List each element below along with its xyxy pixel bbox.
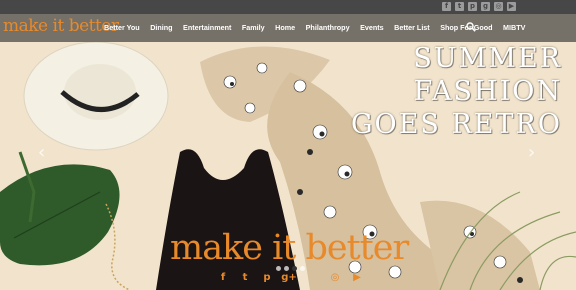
slide-dot[interactable] <box>300 266 305 271</box>
twitter-icon[interactable]: t <box>234 272 256 283</box>
youtube-icon[interactable]: ▶ <box>507 2 516 11</box>
headline-line-2: FASHION <box>413 76 562 107</box>
search-icon[interactable] <box>466 22 476 32</box>
prev-slide-arrow[interactable]: ‹ <box>38 142 45 163</box>
hero-headline[interactable]: SUMMER FASHION GOES RETRO <box>351 42 562 141</box>
site-logo[interactable]: make it better <box>3 16 119 36</box>
pinterest-icon[interactable]: p <box>256 272 278 283</box>
nav-item-home[interactable]: Home <box>275 23 295 32</box>
nav-item-events[interactable]: Events <box>360 23 384 32</box>
nav-item-dining[interactable]: Dining <box>150 23 172 32</box>
nav-item-better-you[interactable]: Better You <box>104 23 140 32</box>
headline-line-3: GOES RETRO <box>350 109 562 140</box>
nav-item-philanthropy[interactable]: Philanthropy <box>306 23 350 32</box>
nav-item-better-list[interactable]: Better List <box>394 23 430 32</box>
instagram-icon[interactable]: ◎ <box>494 2 503 11</box>
main-navbar: make it better Better You Dining Enterta… <box>0 14 576 42</box>
hero-brand-logo: make it better <box>170 228 409 268</box>
facebook-icon[interactable]: f <box>442 2 451 11</box>
top-social-links: f t p g ◎ ▶ <box>442 2 516 11</box>
instagram-icon[interactable]: ◎ <box>324 272 346 283</box>
nav-item-entertainment[interactable]: Entertainment <box>183 23 231 32</box>
google-plus-icon[interactable]: g <box>481 2 490 11</box>
slide-dot[interactable] <box>276 266 281 271</box>
slide-dot-active[interactable] <box>292 266 297 271</box>
facebook-icon[interactable]: f <box>212 272 234 283</box>
google-plus-icon[interactable]: g+ <box>278 272 300 283</box>
nav-item-family[interactable]: Family <box>242 23 265 32</box>
slide-indicators <box>276 266 305 271</box>
hero-slide[interactable]: SUMMER FASHION GOES RETRO ‹ › make it be… <box>0 42 576 290</box>
nav-item-mibtv[interactable]: MIBTV <box>503 23 525 32</box>
slide-dot[interactable] <box>284 266 289 271</box>
pinterest-icon[interactable]: p <box>468 2 477 11</box>
youtube-icon[interactable]: ▶ <box>346 272 368 283</box>
next-slide-arrow[interactable]: › <box>528 142 535 163</box>
hero-social-links: f t p g+ ◎ ▶ <box>212 272 368 283</box>
top-utility-bar: f t p g ◎ ▶ <box>0 0 576 14</box>
headline-line-1: SUMMER <box>413 43 562 74</box>
twitter-icon[interactable]: t <box>455 2 464 11</box>
